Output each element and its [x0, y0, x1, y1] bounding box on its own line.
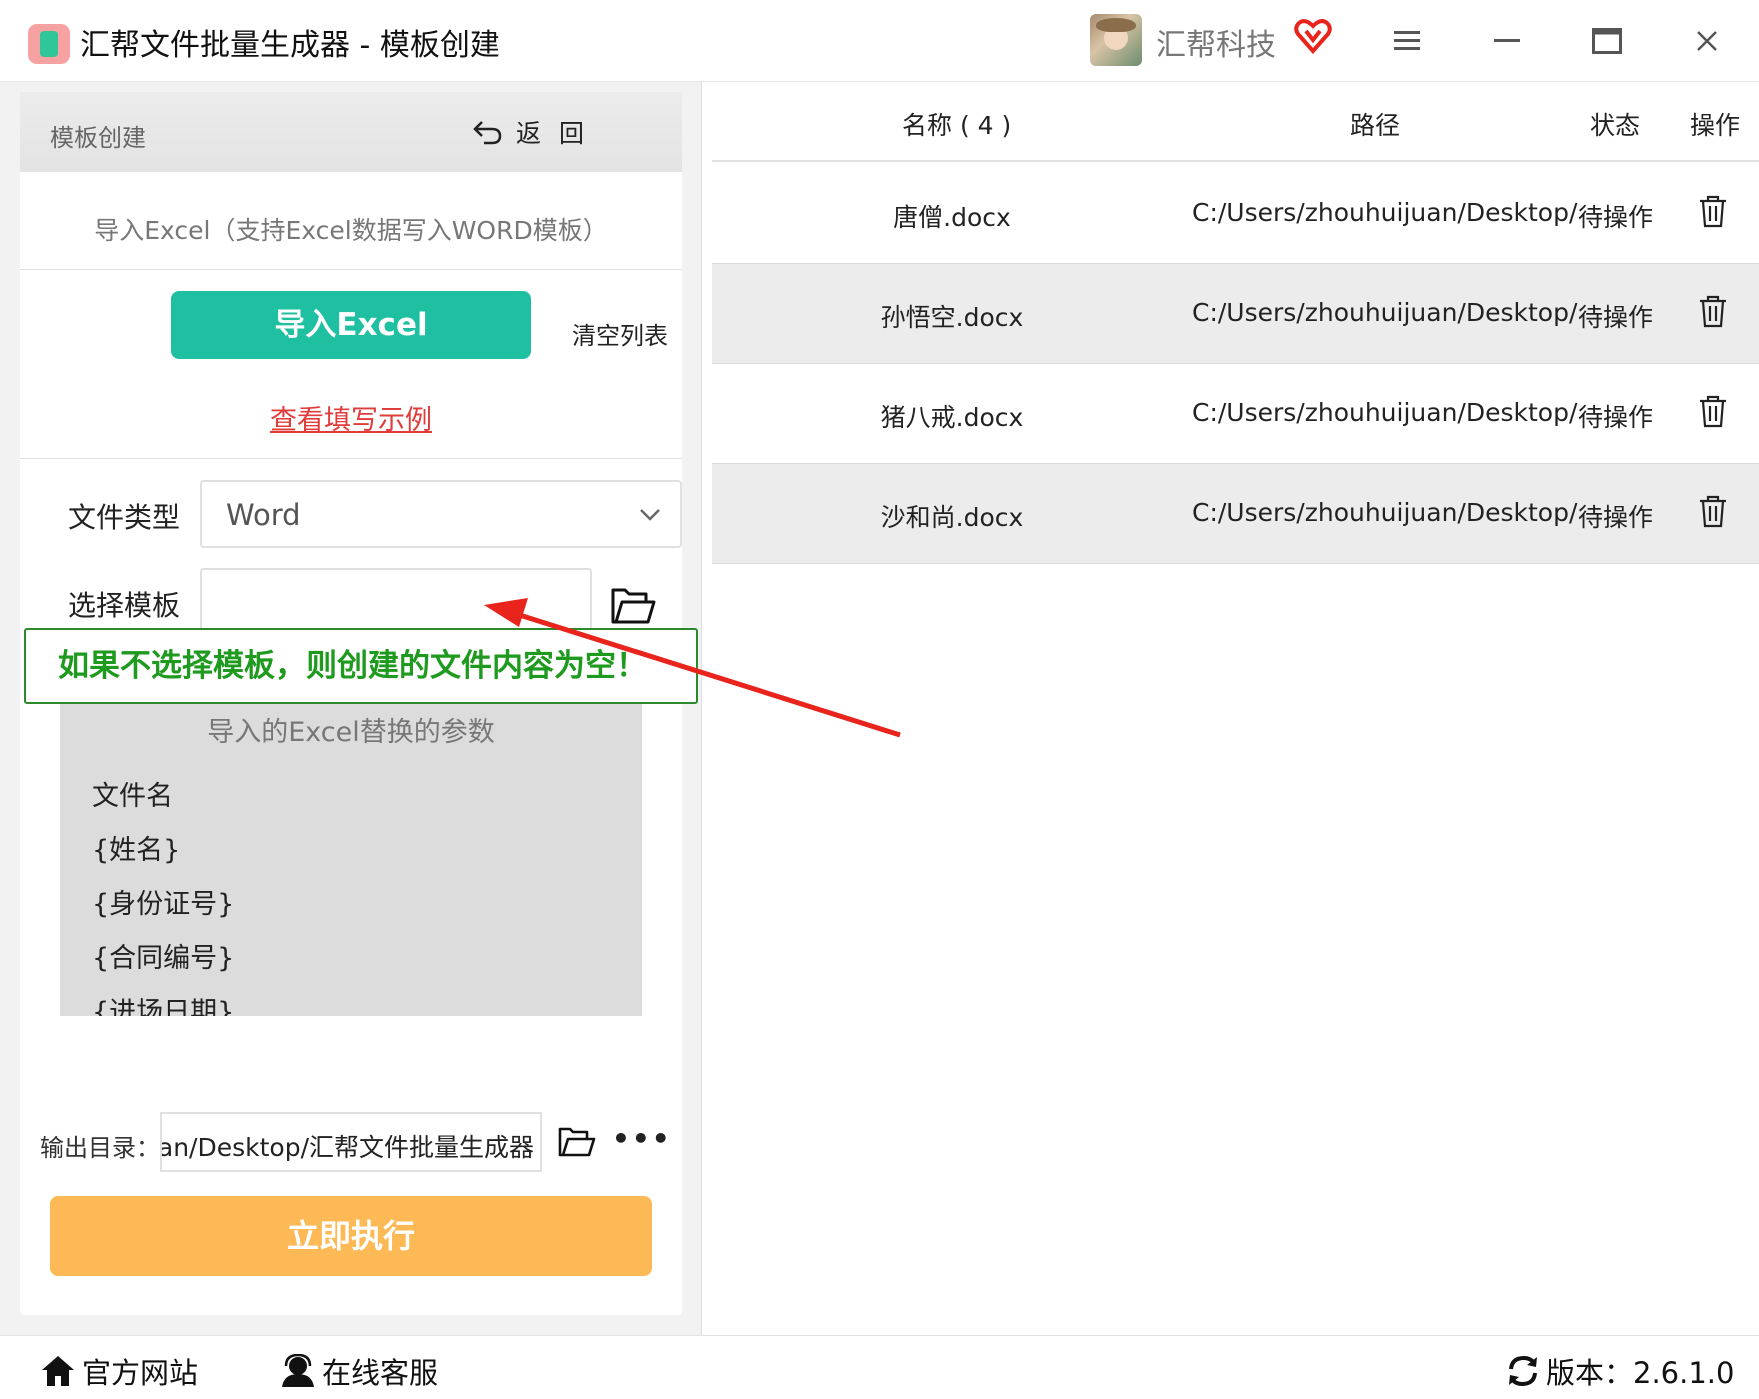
official-website-link[interactable]: 官方网站 [40, 1350, 198, 1392]
trash-icon[interactable] [1698, 494, 1728, 528]
status-cell: 待操作 [1578, 203, 1654, 232]
column-header-name: 名称 ( 4 ) [902, 111, 1012, 140]
minimize-icon [1494, 39, 1520, 42]
import-hint: 导入Excel（支持Excel数据写入WORD模板） [20, 172, 682, 270]
support-icon [282, 1354, 314, 1387]
minimize-button[interactable] [1484, 18, 1530, 64]
app-logo-icon [28, 24, 70, 64]
close-button[interactable] [1684, 18, 1730, 64]
user-name[interactable]: 汇帮科技 [1156, 20, 1276, 64]
output-dir-label: 输出目录： [40, 1134, 160, 1162]
maximize-icon [1592, 28, 1622, 54]
param-item: {姓名} [92, 835, 181, 866]
status-cell: 待操作 [1578, 403, 1654, 432]
output-dir-value: uan/Desktop/汇帮文件批量生成器 [160, 1133, 534, 1162]
version-label: 版本：2.6.1.0 [1546, 1356, 1735, 1390]
param-item: {进场日期} [92, 997, 235, 1016]
official-website-label: 官方网站 [82, 1356, 199, 1390]
window-title: 汇帮文件批量生成器 - 模板创建 [80, 28, 500, 63]
more-options-icon[interactable]: ••• [612, 1122, 672, 1155]
chevron-down-icon [640, 509, 660, 521]
status-cell: 待操作 [1578, 303, 1654, 332]
output-dir-input[interactable]: uan/Desktop/汇帮文件批量生成器 [160, 1112, 542, 1172]
close-icon [1697, 31, 1717, 51]
menu-button[interactable] [1384, 18, 1430, 64]
back-arrow-icon [473, 121, 502, 145]
table-row[interactable]: 猪八戒.docx C:/Users/zhouhuijuan/Desktop/ 待… [712, 364, 1759, 464]
param-item: {身份证号} [92, 889, 235, 920]
file-path-cell: C:/Users/zhouhuijuan/Desktop/ [1192, 498, 1578, 527]
file-path-cell: C:/Users/zhouhuijuan/Desktop/ [1192, 198, 1578, 227]
table-row[interactable]: 唐僧.docx C:/Users/zhouhuijuan/Desktop/ 待操… [712, 164, 1759, 264]
template-input[interactable] [200, 568, 592, 634]
clear-list-button[interactable]: 清空列表 [572, 316, 668, 351]
file-name-cell: 猪八戒.docx [880, 403, 1024, 432]
file-type-select[interactable]: Word [200, 480, 682, 548]
table-header: 名称 ( 4 ) 路径 状态 操作 [712, 82, 1759, 162]
column-header-operation: 操作 [1690, 111, 1741, 140]
folder-icon[interactable] [558, 1126, 596, 1158]
trash-icon[interactable] [1698, 294, 1728, 328]
refresh-icon [1509, 1355, 1537, 1387]
file-type-value: Word [226, 498, 301, 532]
menu-icon [1394, 31, 1420, 50]
folder-icon[interactable] [610, 586, 656, 626]
column-header-status: 状态 [1590, 111, 1641, 140]
params-list: 导入的Excel替换的参数 文件名 {姓名} {身份证号} {合同编号} {进场… [60, 704, 642, 1016]
file-path-cell: C:/Users/zhouhuijuan/Desktop/ [1192, 398, 1578, 427]
param-item: 文件名 [92, 781, 173, 812]
online-support-link[interactable]: 在线客服 [280, 1350, 438, 1392]
file-name-cell: 沙和尚.docx [880, 503, 1024, 532]
column-header-path: 路径 [1350, 111, 1401, 140]
param-item: {合同编号} [92, 943, 235, 974]
trash-icon[interactable] [1698, 394, 1728, 428]
divider [20, 458, 682, 459]
template-label: 选择模板 [68, 589, 181, 622]
file-name-cell: 唐僧.docx [893, 203, 1011, 232]
notice-banner: 如果不选择模板，则创建的文件内容为空！ [24, 628, 698, 704]
execute-button[interactable]: 立即执行 [50, 1196, 652, 1276]
status-bar: 官方网站 在线客服 版本：2.6.1.0 [0, 1335, 1759, 1399]
trash-icon[interactable] [1698, 194, 1728, 228]
file-name-cell: 孙悟空.docx [880, 303, 1024, 332]
params-title: 导入的Excel替换的参数 [207, 717, 495, 748]
vip-heart-icon [1294, 19, 1332, 54]
panel-header: 模板创建 返回 [20, 92, 682, 172]
title-bar: 汇帮文件批量生成器 - 模板创建 汇帮科技 [0, 0, 1759, 82]
panel-title: 模板创建 [50, 124, 146, 152]
table-row[interactable]: 沙和尚.docx C:/Users/zhouhuijuan/Desktop/ 待… [712, 464, 1759, 564]
back-label: 返回 [516, 119, 603, 148]
status-cell: 待操作 [1578, 503, 1654, 532]
file-path-cell: C:/Users/zhouhuijuan/Desktop/ [1192, 298, 1578, 327]
view-example-link[interactable]: 查看填写示例 [20, 398, 682, 437]
back-button[interactable]: 返回 [472, 112, 602, 152]
avatar[interactable] [1090, 14, 1142, 66]
maximize-button[interactable] [1584, 18, 1630, 64]
table-row[interactable]: 孙悟空.docx C:/Users/zhouhuijuan/Desktop/ 待… [712, 264, 1759, 364]
online-support-label: 在线客服 [322, 1356, 439, 1390]
version-info[interactable]: 版本：2.6.1.0 [1506, 1350, 1734, 1392]
file-type-label: 文件类型 [68, 501, 181, 534]
home-icon [42, 1356, 74, 1386]
import-excel-button[interactable]: 导入Excel [171, 291, 531, 359]
